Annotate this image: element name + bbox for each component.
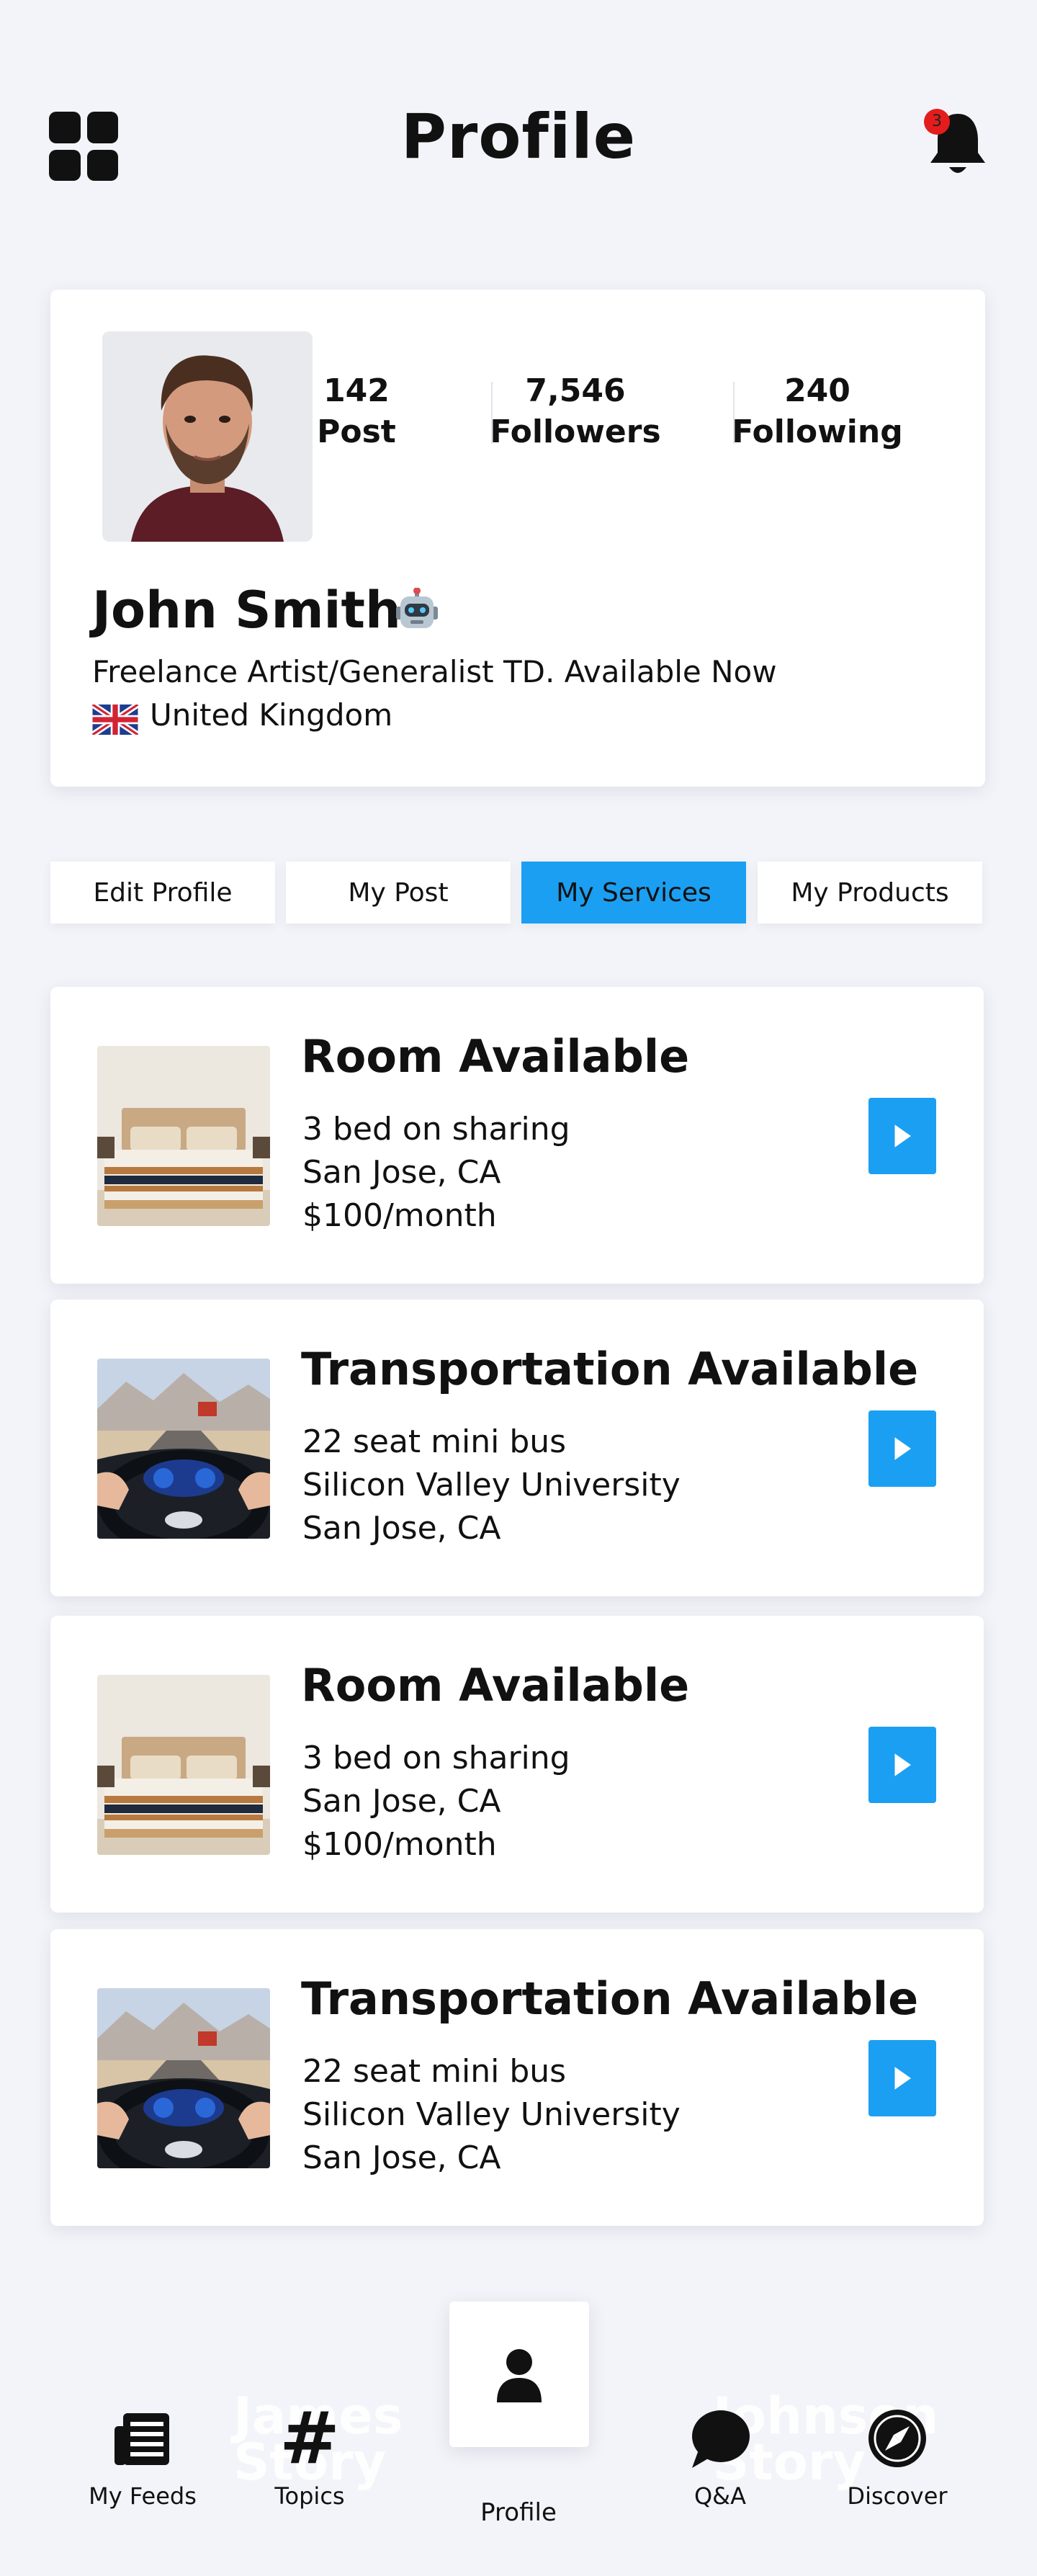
stat-value: 7,546: [525, 372, 626, 409]
play-arrow-icon: [894, 1753, 911, 1776]
play-arrow-icon: [894, 1124, 911, 1148]
compass-icon: [865, 2406, 930, 2471]
stat-label: Following: [732, 413, 903, 450]
play-arrow-icon: [894, 2067, 911, 2090]
hashtag-icon: #: [279, 2396, 340, 2480]
service-card[interactable]: Transportation Available 22 seat mini bus…: [50, 1300, 984, 1596]
service-title: Transportation Available: [301, 1343, 919, 1395]
tab-my-post[interactable]: My Post: [286, 862, 511, 923]
nav-profile-active-tab[interactable]: [449, 2302, 589, 2447]
open-service-button[interactable]: [868, 1410, 936, 1487]
service-detail: San Jose, CA: [302, 1154, 501, 1191]
service-detail: 3 bed on sharing: [302, 1111, 570, 1148]
service-detail: San Jose, CA: [302, 1783, 501, 1820]
service-detail: $100/month: [302, 1197, 497, 1234]
newspaper-icon: [110, 2406, 175, 2471]
profile-bio: Freelance Artist/Generalist TD. Availabl…: [92, 654, 777, 689]
nav-label: Discover: [847, 2482, 948, 2510]
service-detail: 3 bed on sharing: [302, 1740, 570, 1776]
service-card[interactable]: Room Available 3 bed on sharing San Jose, …: [50, 987, 984, 1284]
service-card[interactable]: Transportation Available 22 seat mini bus…: [50, 1929, 984, 2226]
bedroom-image: [97, 1675, 270, 1855]
nav-label: Topics: [274, 2482, 345, 2510]
profile-country: United Kingdom: [150, 697, 393, 733]
steering-wheel-image: [97, 1359, 270, 1539]
stat-value: 240: [784, 372, 850, 409]
profile-name: John Smith: [92, 581, 401, 640]
service-detail: Silicon Valley University: [302, 1467, 681, 1503]
tab-my-products[interactable]: My Products: [758, 862, 982, 923]
nav-discover[interactable]: Discover: [825, 2406, 969, 2510]
nav-label: My Feeds: [89, 2482, 197, 2510]
service-detail: 22 seat mini bus: [302, 1423, 567, 1460]
profile-card: 142 Post 7,546 Followers 240 Following J…: [50, 290, 985, 787]
tab-my-services[interactable]: My Services: [521, 862, 746, 923]
nav-topics[interactable]: # Topics: [238, 2396, 382, 2510]
service-title: Room Available: [301, 1659, 690, 1712]
uk-flag-icon: [91, 702, 140, 738]
open-service-button[interactable]: [868, 1727, 936, 1803]
service-detail: San Jose, CA: [302, 1510, 501, 1547]
nav-my-feeds[interactable]: My Feeds: [71, 2406, 215, 2510]
robot-emoji-icon: [395, 587, 439, 632]
tab-edit-profile[interactable]: Edit Profile: [50, 862, 275, 923]
stat-value: 142: [323, 372, 390, 409]
page-title: Profile: [400, 101, 637, 173]
service-title: Transportation Available: [301, 1972, 919, 2025]
user-icon: [487, 2342, 552, 2407]
nav-label: Q&A: [693, 2482, 747, 2510]
notification-badge: 3: [924, 109, 950, 135]
stat-followers[interactable]: 7,546 Followers: [489, 370, 662, 452]
chat-bubble-icon: [688, 2406, 753, 2471]
service-card[interactable]: Room Available 3 bed on sharing San Jose, …: [50, 1616, 984, 1913]
service-detail: Silicon Valley University: [302, 2096, 681, 2133]
stat-posts[interactable]: 142 Post: [270, 370, 443, 452]
service-detail: 22 seat mini bus: [302, 2053, 567, 2090]
service-detail: $100/month: [302, 1826, 497, 1863]
open-service-button[interactable]: [868, 1098, 936, 1174]
nav-qa[interactable]: Q&A: [648, 2406, 792, 2510]
open-service-button[interactable]: [868, 2040, 936, 2116]
bedroom-image: [97, 1046, 270, 1226]
nav-label-profile[interactable]: Profile: [446, 2498, 591, 2527]
steering-wheel-image: [97, 1988, 270, 2168]
service-title: Room Available: [301, 1030, 690, 1083]
stat-following[interactable]: 240 Following: [731, 370, 904, 452]
stat-label: Followers: [490, 413, 661, 450]
service-detail: San Jose, CA: [302, 2139, 501, 2176]
stat-label: Post: [317, 413, 396, 450]
play-arrow-icon: [894, 1437, 911, 1460]
